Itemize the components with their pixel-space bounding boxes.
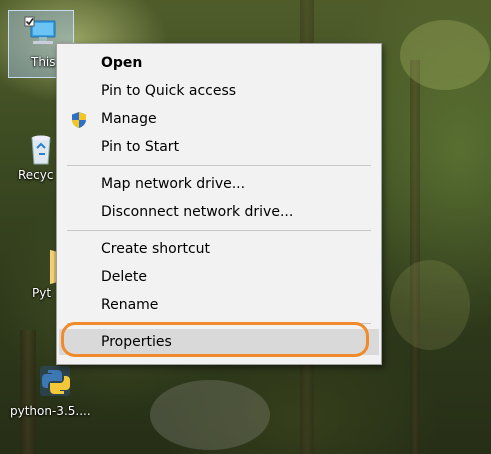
menu-item-label: Create shortcut <box>101 241 211 257</box>
desktop-icon-python-installer[interactable]: python-3.5.... <box>10 362 100 419</box>
this-pc-icon <box>21 15 61 55</box>
menu-item-label: Manage <box>101 111 157 127</box>
menu-item-label: Rename <box>101 297 159 313</box>
folder-icon <box>20 246 60 286</box>
python-installer-icon <box>36 362 76 402</box>
menu-item-label: Delete <box>101 269 147 285</box>
menu-item-label: Pin to Quick access <box>101 83 237 99</box>
menu-separator <box>67 230 371 231</box>
background-foliage <box>390 260 470 350</box>
menu-item-label: Map network drive... <box>101 176 246 192</box>
background-foliage <box>400 20 490 90</box>
menu-item-label: Disconnect network drive... <box>101 204 294 220</box>
menu-item-pin-to-start[interactable]: Pin to Start <box>59 134 379 160</box>
menu-item-create-shortcut[interactable]: Create shortcut <box>59 236 379 262</box>
menu-item-open[interactable]: Open <box>59 50 379 76</box>
recycle-bin-icon <box>20 128 60 168</box>
menu-item-map-network-drive[interactable]: Map network drive... <box>59 171 379 197</box>
shield-icon <box>70 111 88 129</box>
background-tree <box>410 60 420 454</box>
context-menu: Open Pin to Quick access Manage Pin to S… <box>56 43 382 365</box>
menu-item-label: Open <box>101 55 143 71</box>
background-rock <box>150 380 270 450</box>
menu-item-rename[interactable]: Rename <box>59 292 379 318</box>
desktop-icon-label: python-3.5.... <box>10 404 91 418</box>
menu-item-manage[interactable]: Manage <box>59 106 379 132</box>
menu-separator <box>67 165 371 166</box>
desktop[interactable]: This Recyc Pyt python-3.5.... Open Pin t… <box>0 0 491 454</box>
properties-highlight-ring <box>61 322 369 357</box>
menu-item-disconnect-network-drive[interactable]: Disconnect network drive... <box>59 199 379 225</box>
menu-item-label: Pin to Start <box>101 139 180 155</box>
menu-item-pin-to-quick-access[interactable]: Pin to Quick access <box>59 78 379 104</box>
menu-item-delete[interactable]: Delete <box>59 264 379 290</box>
